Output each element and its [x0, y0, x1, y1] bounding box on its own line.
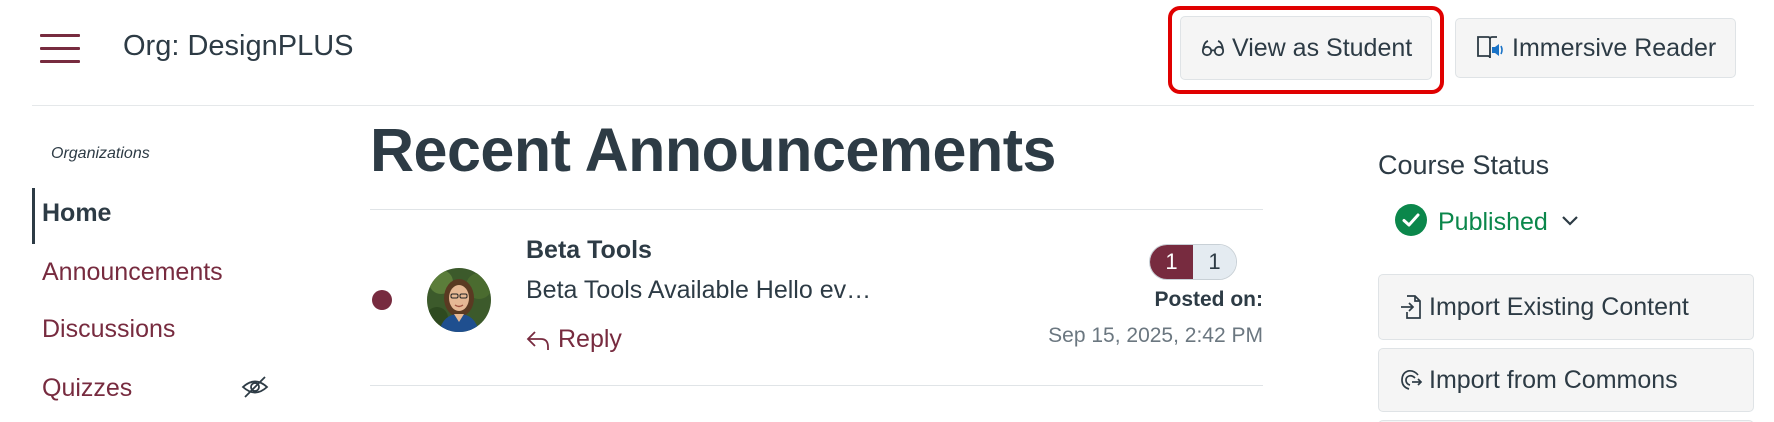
check-circle-icon [1395, 204, 1427, 241]
import-existing-content-button[interactable]: Import Existing Content [1378, 274, 1754, 340]
announcement-divider-top [370, 209, 1263, 210]
announcement-divider-bottom [370, 385, 1263, 386]
publish-status-menu[interactable]: Published [1395, 204, 1579, 241]
nav-section-label: Organizations [51, 145, 150, 162]
reply-label: Reply [558, 325, 622, 353]
import-icon [1399, 294, 1423, 320]
reply-link[interactable]: Reply [526, 325, 622, 354]
eye-slash-icon [241, 374, 269, 400]
announcement-snippet: Beta Tools Available Hello ev… [526, 276, 872, 304]
nav-item-announcements[interactable]: Announcements [42, 258, 223, 287]
immersive-reader-label: Immersive Reader [1512, 33, 1717, 62]
immersive-reader-icon [1475, 33, 1505, 63]
publish-status-label: Published [1438, 208, 1548, 236]
hamburger-menu-icon[interactable] [40, 34, 80, 64]
import-existing-content-label: Import Existing Content [1429, 292, 1689, 321]
view-as-student-label: View as Student [1232, 33, 1413, 62]
avatar[interactable] [427, 268, 491, 332]
commons-icon [1399, 368, 1423, 392]
nav-item-quizzes[interactable]: Quizzes [42, 374, 132, 403]
announcement-title[interactable]: Beta Tools [526, 236, 652, 265]
unread-indicator [372, 290, 392, 310]
org-title: Org: DesignPLUS [123, 30, 354, 62]
total-count: 1 [1193, 245, 1236, 279]
top-bar: Org: DesignPLUS View as Student Immersiv [0, 0, 1774, 106]
header-divider [32, 105, 1754, 106]
reply-count-badge: 1 1 [1149, 244, 1237, 280]
page-title: Recent Announcements [370, 116, 1056, 184]
glasses-icon [1201, 36, 1225, 60]
nav-active-indicator [32, 188, 35, 244]
reply-icon [526, 330, 549, 350]
nav-item-discussions[interactable]: Discussions [42, 315, 175, 344]
unread-count: 1 [1150, 245, 1193, 279]
import-from-commons-label: Import from Commons [1429, 365, 1678, 394]
view-as-student-button[interactable]: View as Student [1180, 16, 1432, 80]
posted-date: Sep 15, 2025, 2:42 PM [1048, 324, 1263, 347]
immersive-reader-button[interactable]: Immersive Reader [1455, 18, 1736, 78]
import-from-commons-button[interactable]: Import from Commons [1378, 348, 1754, 412]
course-status-heading: Course Status [1378, 150, 1550, 180]
nav-item-home[interactable]: Home [42, 199, 111, 228]
chevron-down-icon [1561, 214, 1579, 232]
posted-on-label: Posted on: [1154, 288, 1264, 311]
